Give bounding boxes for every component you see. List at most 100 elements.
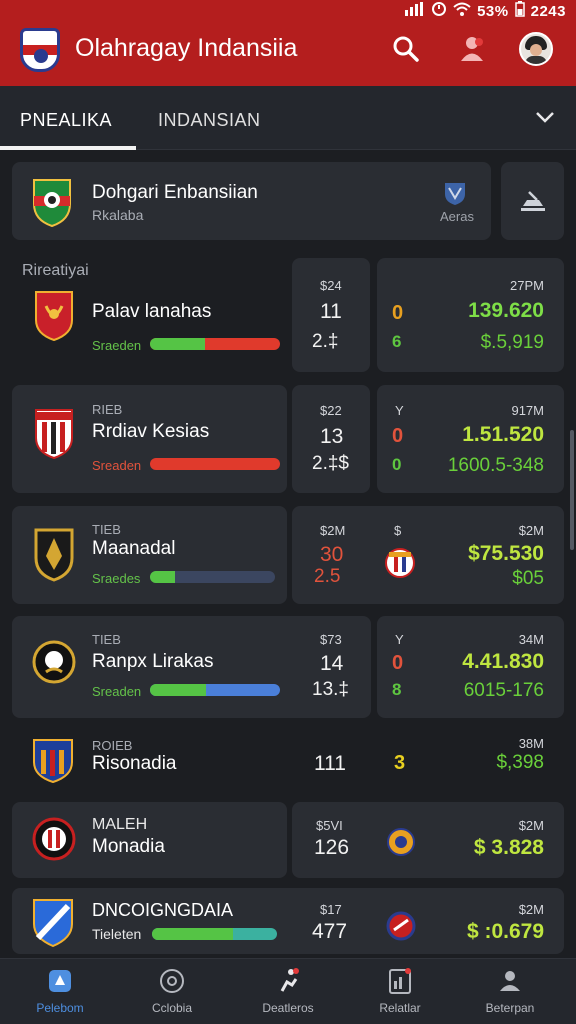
whistle-icon — [519, 188, 547, 219]
stat-card: $24 11 2.‡ — [292, 258, 370, 372]
runner-icon — [274, 967, 302, 995]
stat-count: 30 — [320, 543, 344, 566]
featured-card[interactable]: Dohgari Enbansiian Rkalaba Aeras — [12, 162, 491, 240]
featured-title: Dohgari Enbansiian — [92, 182, 258, 203]
progress-fill — [150, 338, 205, 350]
team-crest-icon — [32, 526, 76, 587]
progress-fill — [150, 684, 206, 696]
progress-bar — [150, 571, 275, 583]
nav-item-home[interactable]: Pelebom — [5, 967, 115, 1015]
battery-text: 53% — [477, 2, 509, 20]
team-name: Rrdiav Kesias — [92, 421, 210, 442]
progress-fill — [150, 571, 175, 583]
team-badge-icon — [385, 546, 415, 585]
nav-label: Pelebom — [36, 1001, 84, 1015]
value-amount: 1.51.520 — [462, 423, 544, 446]
shield-badge-icon — [442, 180, 468, 211]
value-amount: 4.41.830 — [462, 650, 544, 673]
user-alert-icon — [457, 34, 487, 69]
app-logo — [20, 28, 60, 72]
nav-label: Deatleros — [262, 1001, 314, 1015]
stat-count: 126 — [314, 836, 350, 859]
bottom-nav: Pelebom Cclobia Deatleros Relatlar Beter… — [0, 958, 576, 1024]
tab-indansian[interactable]: INDANSIAN — [158, 110, 261, 131]
progress-bar — [152, 928, 277, 940]
team-crest-icon — [32, 636, 76, 693]
nav-label: Beterpan — [485, 1001, 535, 1015]
progress-fill — [152, 928, 234, 940]
stat-count: 13 — [320, 425, 344, 448]
featured-action-button[interactable] — [501, 162, 564, 240]
value-card: Y 0 0 917M 1.51.520 1600.5-348 — [377, 385, 564, 493]
team-name: DNCOIGNGDAIA — [92, 900, 234, 920]
nav-item-clubs[interactable]: Cclobia — [117, 967, 227, 1015]
bar-label: Sraedes — [92, 571, 141, 586]
team-name: Palav lanahas — [92, 301, 212, 322]
progress-bar — [150, 684, 280, 696]
team-crest-icon — [32, 736, 74, 789]
value-amount: $,398 — [496, 752, 544, 773]
alarm-icon — [431, 1, 447, 21]
trophy-icon: 0 — [392, 425, 404, 447]
tab-bar: PNEALIKA INDANSIAN — [0, 86, 576, 150]
team-name: Risonadia — [92, 753, 177, 774]
trophy-icon: 3 — [394, 752, 406, 774]
signal-icon — [405, 2, 425, 20]
bar-label: Sreaden — [92, 684, 142, 699]
tab-pnealika[interactable]: PNEALIKA — [20, 110, 112, 131]
team-crest-icon — [30, 176, 74, 228]
nav-label: Relatlar — [379, 1001, 421, 1015]
nav-item-results[interactable]: Relatlar — [345, 967, 455, 1015]
team-crest-icon — [32, 898, 74, 953]
trophy-icon: 0 — [392, 652, 404, 674]
value-amount: $ :0.679 — [466, 920, 544, 943]
nav-item-details[interactable]: Deatleros — [233, 967, 343, 1015]
clock-text: 2243 — [530, 2, 566, 20]
bar-label: Tieleten — [92, 926, 142, 942]
app-bar: 53% 2243 Olahragay Indansiia — [0, 0, 576, 86]
progress-bar — [150, 458, 280, 470]
nav-label: Cclobia — [151, 1001, 193, 1015]
stat-count: 477 — [312, 920, 348, 943]
team-crest-icon — [32, 812, 76, 871]
nav-item-settings[interactable]: Beterpan — [455, 967, 565, 1015]
app-title: Olahragay Indansiia — [75, 34, 298, 62]
team-badge-icon — [386, 910, 416, 947]
team-badge-icon — [387, 826, 415, 863]
active-tab-indicator — [0, 146, 136, 150]
chevron-down-icon[interactable] — [532, 104, 558, 130]
value-amount: $ 3.828 — [473, 836, 544, 859]
stat-count: 111 — [314, 752, 346, 775]
team-name: Monadia — [92, 836, 165, 857]
account-icon — [496, 967, 524, 995]
value-card: $5VI 126 $2M $ 3.828 — [292, 802, 564, 878]
avatar[interactable] — [519, 32, 553, 66]
ball-icon — [158, 967, 186, 995]
report-icon — [386, 967, 414, 995]
value-card: Y 0 8 34M 4.41.830 6015-176 — [377, 616, 564, 718]
progress-bar — [150, 338, 280, 350]
trophy-icon: 0 — [392, 302, 404, 324]
stat-count: 14 — [320, 652, 344, 675]
value-card: 0 6 27PM 139.620 $.5,919 — [377, 258, 564, 372]
bar-label: Sraeden — [92, 338, 142, 353]
featured-badge-label: Aeras — [440, 209, 474, 224]
wifi-icon — [453, 2, 471, 20]
profile-button[interactable] — [455, 34, 489, 68]
bar-label: Sreaden — [92, 458, 142, 473]
stat-card: $22 13 2.‡$ — [292, 385, 370, 493]
stat-count: 11 — [320, 300, 342, 323]
scrollbar[interactable] — [570, 430, 574, 550]
team-name: Ranpx Lirakas — [92, 651, 214, 672]
status-bar: 53% 2243 — [405, 1, 566, 21]
value-amount: 139.620 — [468, 299, 544, 322]
team-crest-icon — [34, 290, 74, 347]
battery-icon — [514, 1, 525, 21]
featured-subtitle: Rkalaba — [92, 207, 144, 223]
search-button[interactable] — [389, 34, 423, 68]
home-icon — [46, 967, 74, 995]
search-icon — [392, 35, 420, 68]
team-name: Maanadal — [92, 538, 176, 559]
value-card: $2M 30 2.5 $ $2M $75.530 $05 — [292, 506, 564, 604]
value-amount: $75.530 — [468, 542, 544, 565]
